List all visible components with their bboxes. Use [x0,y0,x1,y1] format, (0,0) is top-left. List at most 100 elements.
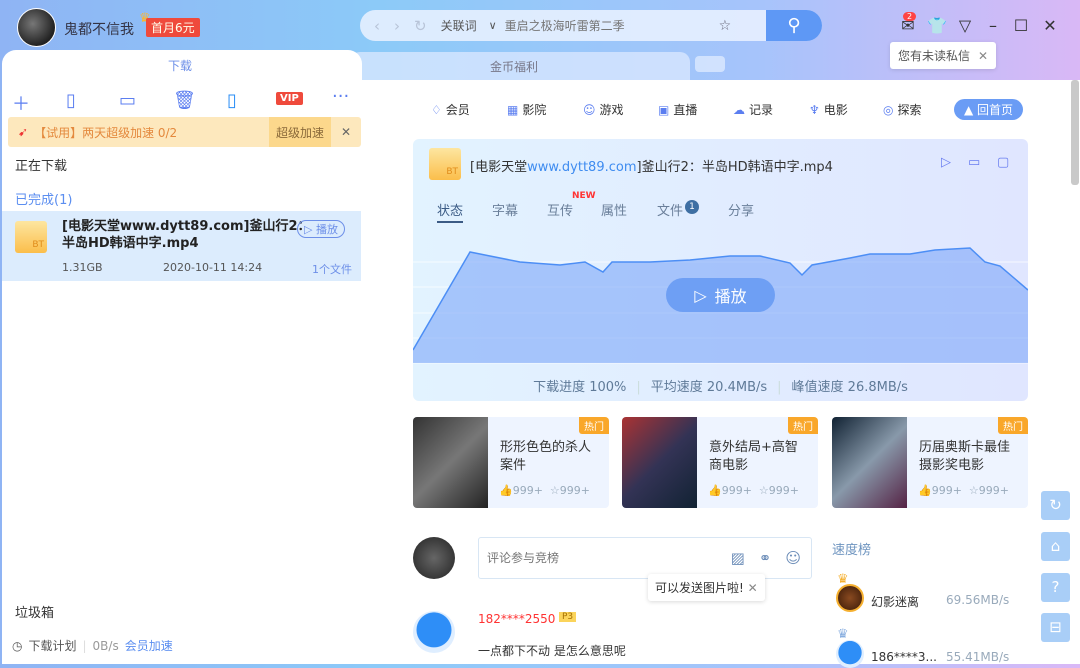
title-suffix: ]釜山行2：半岛HD韩语中字.mp4 [636,160,833,175]
section-downloading[interactable]: 正在下载 [15,155,67,174]
minimize-icon[interactable]: – [982,16,1004,35]
search-type[interactable]: 关联词 [441,17,477,34]
nav-vip[interactable]: ♢ 会员 [431,101,470,118]
trial-banner: ➹ 【试用】两天超级加速 0/2 超级加速 ✕ [8,117,361,147]
nav-games[interactable]: ☺ 游戏 [583,101,624,118]
comment-input[interactable] [487,551,687,565]
movie-card[interactable]: 热门 意外结局+高智商电影 👍999+ ☆999+ [622,417,818,508]
vip-promo-badge[interactable]: 首月6元 [146,18,200,37]
bookmark-icon[interactable]: ☆ [719,18,732,34]
tab-properties[interactable]: 属性 [601,200,627,219]
link-icon[interactable]: ⚭ [759,549,772,567]
movie-card[interactable]: 热门 历届奥斯卡最佳摄影奖电影 👍999+ ☆999+ [832,417,1028,508]
explore-icon: ◎ [883,102,894,117]
image-tip: 可以发送图片啦! ✕ [648,574,765,601]
play-label: 播放 [315,223,338,236]
section-trash[interactable]: 垃圾箱 [15,602,54,621]
nav-live[interactable]: ▣ 直播 [658,101,697,118]
big-play-button[interactable]: ▷ 播放 [666,278,775,312]
tab-files[interactable]: 文件 [657,200,683,219]
username[interactable]: 鬼都不信我 [64,19,134,39]
close-icon[interactable]: ✕ [978,49,988,63]
super-speed-button[interactable]: 超级加速 [268,117,331,147]
play-icon[interactable]: ▷ [941,155,951,170]
stars: 999+ [559,484,590,497]
folder-icon[interactable]: ▭ [119,90,136,111]
progress-stat: 下载进度 100% [533,380,627,395]
clock-icon: ◷ [12,638,23,653]
nav-label: 探索 [897,103,922,117]
more-icon[interactable]: ··· [332,86,349,107]
play-button[interactable]: ▷ 播放 [297,220,345,238]
nav-label: 影院 [522,103,547,117]
back-icon[interactable]: ‹ [374,17,380,35]
nav-records[interactable]: ☁ 记录 [733,101,773,118]
speed-rank-title: 速度榜 [832,543,872,558]
detail-title: [电影天堂www.dytt89.com]釜山行2：半岛HD韩语中字.mp4 [470,156,833,175]
image-icon[interactable]: ▨ [731,549,745,567]
menu-icon[interactable]: ▽ [954,16,976,35]
vip-icon[interactable]: VIP [276,92,303,105]
file-icon[interactable]: ▯ [66,90,76,111]
help-icon[interactable]: ? [1041,573,1070,602]
feedback-icon[interactable]: ⊟ [1041,613,1070,642]
poster-image [832,417,907,508]
peak-speed-stat: 峰值速度 26.8MB/s [791,380,908,395]
card-title: 意外结局+高智商电影 [709,440,798,473]
phone-icon[interactable]: ▯ [227,90,237,111]
tab-extra[interactable] [695,56,725,72]
title-link[interactable]: www.dytt89.com [527,160,636,175]
nav-movies[interactable]: ♆ 电影 [809,101,848,118]
scrollbar[interactable] [1071,80,1079,185]
emoji-icon[interactable]: ☺ [785,549,801,567]
speed-graph [413,247,1028,364]
tab-subtitles[interactable]: 字幕 [492,200,518,219]
tab-transfer[interactable]: 互传 [547,200,573,219]
refresh-icon[interactable]: ↻ [414,17,427,35]
add-icon[interactable]: ＋ [12,90,30,116]
movie-card[interactable]: 热门 形形色色的杀人案件 👍999+ ☆999+ [413,417,609,508]
home-button[interactable]: ▲ 回首页 [954,99,1024,120]
close-icon[interactable]: ✕ [1039,16,1061,35]
download-stats: 下载进度 100% | 平均速度 20.4MB/s | 峰值速度 26.8MB/s [533,380,908,395]
nav-label: 游戏 [599,103,624,117]
schedule-link[interactable]: 下载计划 [28,637,76,654]
card-stats: 👍999+ ☆999+ [708,484,799,497]
chevron-down-icon[interactable]: ∨ [489,19,497,32]
search-input[interactable] [504,18,705,33]
forward-icon[interactable]: › [394,17,400,35]
commenter-avatar[interactable] [413,611,455,653]
close-icon[interactable]: ✕ [331,125,361,139]
trash-icon[interactable]: 🗑 [173,90,196,111]
user-avatar[interactable] [17,8,56,47]
comment-box: ▨ ⚭ ☺ [478,537,812,579]
tab-status[interactable]: 状态 [437,200,464,223]
vip-speed-link[interactable]: 会员加速 [125,637,173,654]
task-files[interactable]: 1个文件 [312,261,352,277]
search-button[interactable]: ⚲ [766,10,822,41]
play-label: 播放 [714,287,747,306]
poster-image [622,417,697,508]
maximize-icon[interactable]: ☐ [1010,16,1032,35]
tab-coins[interactable]: 金币福利 [350,52,690,80]
unread-tip-text: 您有未读私信 [898,49,971,63]
nav-label: 直播 [673,103,698,117]
tab-download[interactable]: 下载 [2,50,362,82]
cast-icon[interactable]: ▢ [997,155,1009,170]
refresh-side-icon[interactable]: ↻ [1041,491,1070,520]
close-icon[interactable]: ✕ [748,581,758,595]
task-name: [电影天堂www.dytt89.com]釜山行2：半岛HD韩语中字.mp4 [62,219,311,251]
commenter-name[interactable]: 182****2550 [478,612,555,626]
section-completed[interactable]: 已完成(1) [15,189,72,208]
status-bar: ◷ 下载计划 | 0B/s 会员加速 [12,637,173,654]
nav-explore[interactable]: ◎ 探索 [883,101,922,118]
home-side-icon[interactable]: ⌂ [1041,532,1070,561]
open-folder-icon[interactable]: ▭ [968,155,980,170]
avg-speed-stat: 平均速度 20.4MB/s [650,380,768,395]
skin-icon[interactable]: 👕 [926,16,948,35]
tab-share[interactable]: 分享 [728,200,754,219]
rank-avatar[interactable] [836,584,864,612]
stars: 999+ [978,484,1009,497]
nav-cinema[interactable]: ▦ 影院 [507,101,546,118]
nav-label: 记录 [749,103,774,117]
